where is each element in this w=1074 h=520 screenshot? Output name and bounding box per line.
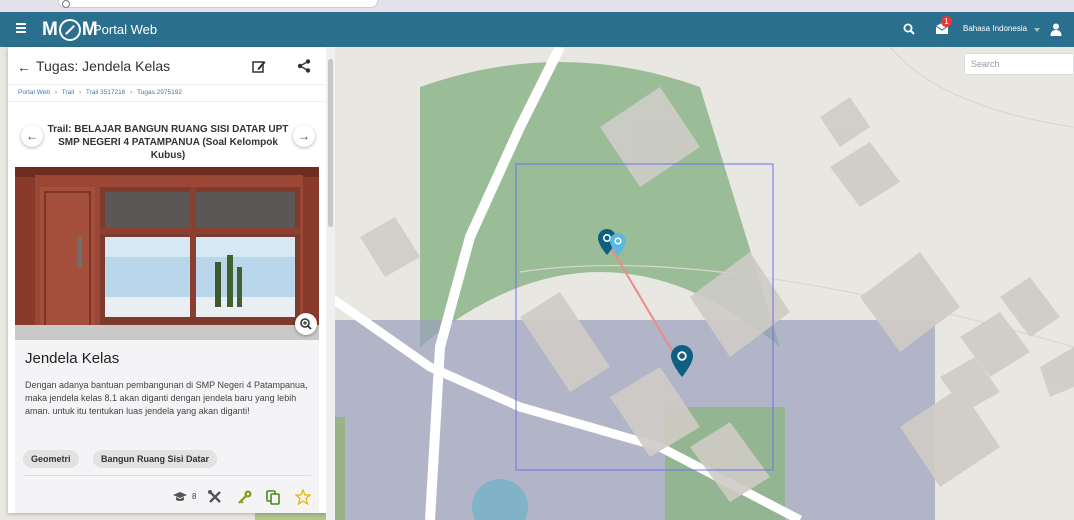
trail-next-button[interactable]: →: [293, 125, 315, 147]
copy-icon[interactable]: [265, 489, 281, 505]
site-info-icon[interactable]: [62, 0, 70, 8]
app-bar: MM Portal Web 1 Bahasa Indonesia: [0, 12, 1074, 47]
breadcrumb-separator: ›: [78, 89, 82, 96]
key-icon[interactable]: [237, 489, 253, 505]
breadcrumb-separator: ›: [54, 89, 58, 96]
user-icon[interactable]: [1050, 23, 1062, 36]
trail-title[interactable]: Trail: BELAJAR BANGUN RUANG SISI DATAR U…: [46, 123, 290, 162]
tag-chip[interactable]: Geometri: [23, 450, 79, 468]
chevron-down-icon[interactable]: [1034, 28, 1040, 32]
zoom-button[interactable]: [295, 313, 317, 335]
browser-toolbar: [0, 0, 1074, 12]
breadcrumb-current: Tugas 2975192: [137, 89, 182, 96]
scrollbar-thumb[interactable]: [328, 59, 333, 227]
trail-prev-button[interactable]: ←: [21, 125, 43, 147]
search-icon[interactable]: [903, 23, 915, 35]
zoom-icon: [300, 318, 312, 330]
breadcrumb-link[interactable]: Trail 3517216: [86, 89, 126, 96]
notification-button[interactable]: 1: [935, 16, 952, 36]
star-icon[interactable]: [295, 489, 311, 505]
task-panel: ← Tugas: Jendela Kelas Portal Web › Trai…: [8, 47, 326, 513]
map-search-input[interactable]: [964, 53, 1074, 75]
task-photo: [15, 167, 319, 340]
breadcrumb-separator: ›: [130, 89, 133, 96]
panel-header: ← Tugas: Jendela Kelas: [8, 47, 326, 85]
window-photo: [15, 167, 319, 340]
task-card: Jendela Kelas Dengan adanya bantuan pemb…: [15, 340, 319, 513]
portal-title: Portal Web: [93, 22, 158, 37]
hamburger-icon[interactable]: [14, 21, 28, 37]
language-selector[interactable]: Bahasa Indonesia: [963, 24, 1027, 33]
grade-count: 8: [192, 492, 197, 501]
arrow-right-icon: →: [298, 129, 310, 143]
breadcrumb-link[interactable]: Portal Web: [18, 89, 50, 96]
task-description: Dengan adanya bantuan pembangunan di SMP…: [25, 380, 308, 416]
tools-icon[interactable]: [207, 489, 223, 505]
edit-icon[interactable]: [252, 59, 266, 73]
graduation-cap-icon[interactable]: [172, 489, 188, 505]
arrow-left-icon: ←: [26, 129, 38, 143]
panel-scrollbar[interactable]: [326, 47, 335, 520]
page-title: Tugas: Jendela Kelas: [36, 58, 171, 74]
task-name: Jendela Kelas: [25, 350, 120, 367]
share-icon[interactable]: [297, 59, 311, 73]
address-bar[interactable]: [58, 0, 378, 8]
divider: [23, 475, 311, 476]
tag-chip[interactable]: Bangun Ruang Sisi Datar: [93, 450, 218, 468]
back-button[interactable]: ←: [17, 59, 31, 75]
breadcrumb: Portal Web › Trail › Trail 3517216 › Tug…: [18, 89, 185, 96]
divider: [8, 101, 326, 102]
app-logo[interactable]: MM: [42, 17, 98, 43]
notification-badge: 1: [941, 16, 952, 27]
breadcrumb-link[interactable]: Trail: [62, 89, 74, 96]
